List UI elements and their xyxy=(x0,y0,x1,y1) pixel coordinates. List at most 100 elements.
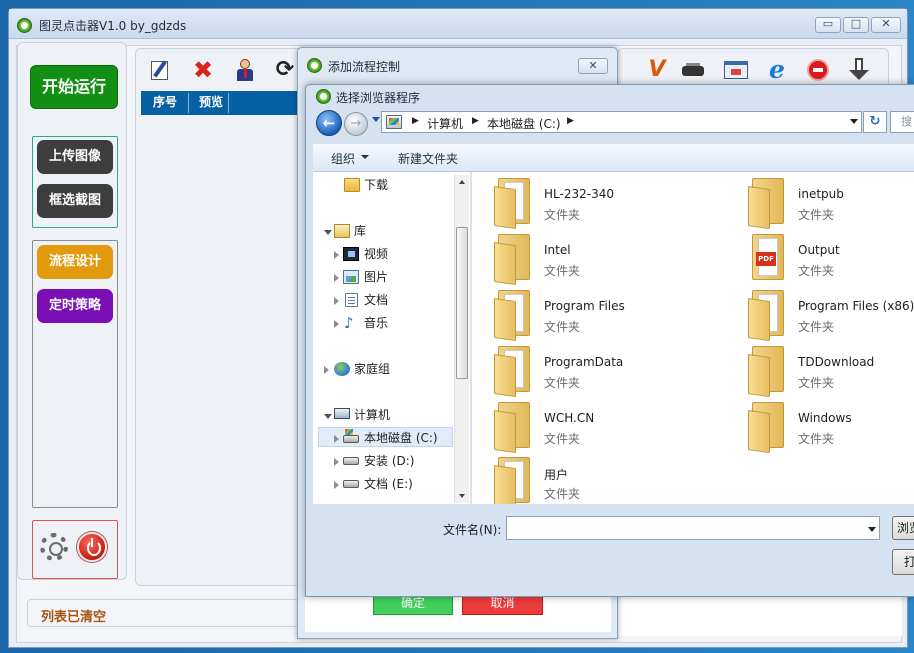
folder-item[interactable]: 用户 文件夹 xyxy=(494,457,714,504)
maximize-button[interactable]: □ xyxy=(843,17,869,33)
folder-icon xyxy=(494,178,530,230)
expand-arrow-icon[interactable] xyxy=(334,251,339,259)
expand-arrow-icon[interactable] xyxy=(334,458,339,466)
folder-item[interactable]: Program Files (x86) 文件夹 xyxy=(748,290,914,346)
breadcrumb-c-drive[interactable]: 本地磁盘 (C:) xyxy=(487,115,561,132)
stop-icon[interactable] xyxy=(805,58,831,82)
flow-design-button[interactable]: 流程设计 xyxy=(37,245,113,279)
folder-item[interactable]: inetpub 文件夹 xyxy=(748,178,914,234)
expand-arrow-icon[interactable] xyxy=(334,320,339,328)
main-window-title: 图灵点击器V1.0 by_gdzds xyxy=(39,19,187,33)
nav-item-computer[interactable]: 计算机 xyxy=(321,405,461,425)
history-dropdown-icon[interactable] xyxy=(372,117,380,122)
nav-item-music[interactable]: ♪ 音乐 xyxy=(333,313,461,333)
folder-item[interactable]: PDF Output 文件夹 xyxy=(748,234,914,290)
timer-strategy-button[interactable]: 定时策略 xyxy=(37,289,113,323)
file-list: HL-232-340 文件夹 Intel 文件夹 Program Files 文… xyxy=(472,172,914,504)
strategy-group xyxy=(32,240,118,508)
upload-image-button[interactable]: 上传图像 xyxy=(37,140,113,174)
folder-item[interactable]: ProgramData 文件夹 xyxy=(494,346,714,402)
nav-item-c-drive[interactable]: 本地磁盘 (C:) xyxy=(318,427,453,447)
expand-arrow-icon[interactable] xyxy=(324,366,329,374)
pictures-icon xyxy=(343,270,359,284)
settings-gear-icon[interactable] xyxy=(40,533,68,561)
user-icon[interactable] xyxy=(232,58,258,82)
folder-icon: PDF xyxy=(748,234,784,282)
folder-item[interactable]: HL-232-340 文件夹 xyxy=(494,178,714,234)
expand-arrow-icon[interactable] xyxy=(334,274,339,282)
filename-dropdown-icon[interactable] xyxy=(868,527,876,532)
nav-item-e-drive[interactable]: 文档 (E:) xyxy=(333,474,461,494)
video-icon xyxy=(343,247,359,261)
minimize-button[interactable]: ▭ xyxy=(815,17,841,33)
delete-icon[interactable]: ✖ xyxy=(190,58,216,82)
navigation-pane: 下载 库 视频 图片 文档 ♪ 音乐 家庭组 计算机 本地磁盘 (C:) 安装 … xyxy=(313,172,471,504)
organize-dropdown-icon xyxy=(361,155,369,159)
library-icon xyxy=(334,224,350,238)
folder-item[interactable]: TDDownload 文件夹 xyxy=(748,346,914,402)
minimize-icon: ▭ xyxy=(822,17,834,30)
filename-label: 文件名(N): xyxy=(443,523,502,537)
nav-scrollbar[interactable] xyxy=(454,175,469,503)
dialog-logo-icon xyxy=(307,58,322,73)
expand-arrow-icon[interactable] xyxy=(334,297,339,305)
refresh-button[interactable]: ↻ xyxy=(863,111,887,133)
nav-item-d-drive[interactable]: 安装 (D:) xyxy=(333,451,461,471)
new-folder-button[interactable]: 新建文件夹 xyxy=(398,150,458,167)
scroll-up-arrow-icon[interactable] xyxy=(459,180,465,184)
filename-input[interactable] xyxy=(506,516,880,540)
folder-icon xyxy=(494,234,530,286)
nav-item-documents[interactable]: 文档 xyxy=(333,290,461,310)
open-button[interactable]: 打开 xyxy=(892,549,914,575)
main-title-bar: 图灵点击器V1.0 by_gdzds ▭ □ ✕ xyxy=(9,9,907,39)
c-drive-icon xyxy=(343,429,359,443)
drive-icon xyxy=(343,480,359,488)
app-logo-icon xyxy=(17,18,32,33)
nav-item-pictures[interactable]: 图片 xyxy=(333,267,461,287)
nav-item-library[interactable]: 库 xyxy=(321,221,461,241)
download-icon[interactable] xyxy=(846,58,872,82)
address-dropdown-icon[interactable] xyxy=(850,119,858,124)
close-button[interactable]: ✕ xyxy=(871,17,901,33)
folder-icon xyxy=(748,178,784,230)
refresh-icon[interactable]: ⟳ xyxy=(272,58,298,82)
dialog-logo-icon xyxy=(316,89,331,104)
documents-icon xyxy=(345,293,358,307)
search-input[interactable]: 搜 xyxy=(890,111,914,133)
crop-screenshot-button[interactable]: 框选截图 xyxy=(37,184,113,218)
printer-icon[interactable] xyxy=(680,58,706,82)
folder-icon xyxy=(344,178,360,192)
expand-arrow-icon[interactable] xyxy=(324,414,332,419)
expand-arrow-icon[interactable] xyxy=(324,230,332,235)
folder-item[interactable]: WCH.CN 文件夹 xyxy=(494,402,714,458)
nav-item-video[interactable]: 视频 xyxy=(333,244,461,264)
forward-arrow-icon[interactable]: → xyxy=(344,112,368,136)
scrollbar-thumb[interactable] xyxy=(456,227,468,379)
ie-icon[interactable]: e xyxy=(764,57,790,82)
scroll-down-arrow-icon[interactable] xyxy=(459,494,465,498)
edit-icon[interactable] xyxy=(148,58,174,82)
expand-arrow-icon[interactable] xyxy=(334,481,339,489)
back-arrow-icon[interactable]: ← xyxy=(316,110,342,136)
v-icon[interactable]: V xyxy=(644,58,670,82)
task-list-panel xyxy=(135,48,305,586)
power-icon[interactable] xyxy=(77,532,107,562)
folder-icon xyxy=(748,346,784,398)
start-run-button[interactable]: 开始运行 xyxy=(30,65,118,109)
maximize-icon: □ xyxy=(850,17,862,30)
address-bar[interactable]: ▶ 计算机 ▶ 本地磁盘 (C:) ▶ xyxy=(381,111,862,133)
folder-item[interactable]: Intel 文件夹 xyxy=(494,234,714,290)
status-bar: 列表已清空 xyxy=(27,599,299,627)
folder-item[interactable]: Windows 文件夹 xyxy=(748,402,914,458)
breadcrumb-computer[interactable]: 计算机 xyxy=(427,115,463,132)
folder-item[interactable]: Program Files 文件夹 xyxy=(494,290,714,346)
screen-icon[interactable] xyxy=(723,58,749,82)
flow-dialog-close-button[interactable]: ✕ xyxy=(578,58,608,74)
nav-item-downloads[interactable]: 下载 xyxy=(341,175,461,195)
expand-arrow-icon[interactable] xyxy=(334,435,339,443)
browse-button[interactable]: 浏览 xyxy=(892,516,914,540)
task-table-header: 序号 预览 xyxy=(141,91,301,115)
nav-item-homegroup[interactable]: 家庭组 xyxy=(321,359,461,379)
music-icon: ♪ xyxy=(344,314,354,332)
organize-menu[interactable]: 组织 xyxy=(331,150,355,167)
